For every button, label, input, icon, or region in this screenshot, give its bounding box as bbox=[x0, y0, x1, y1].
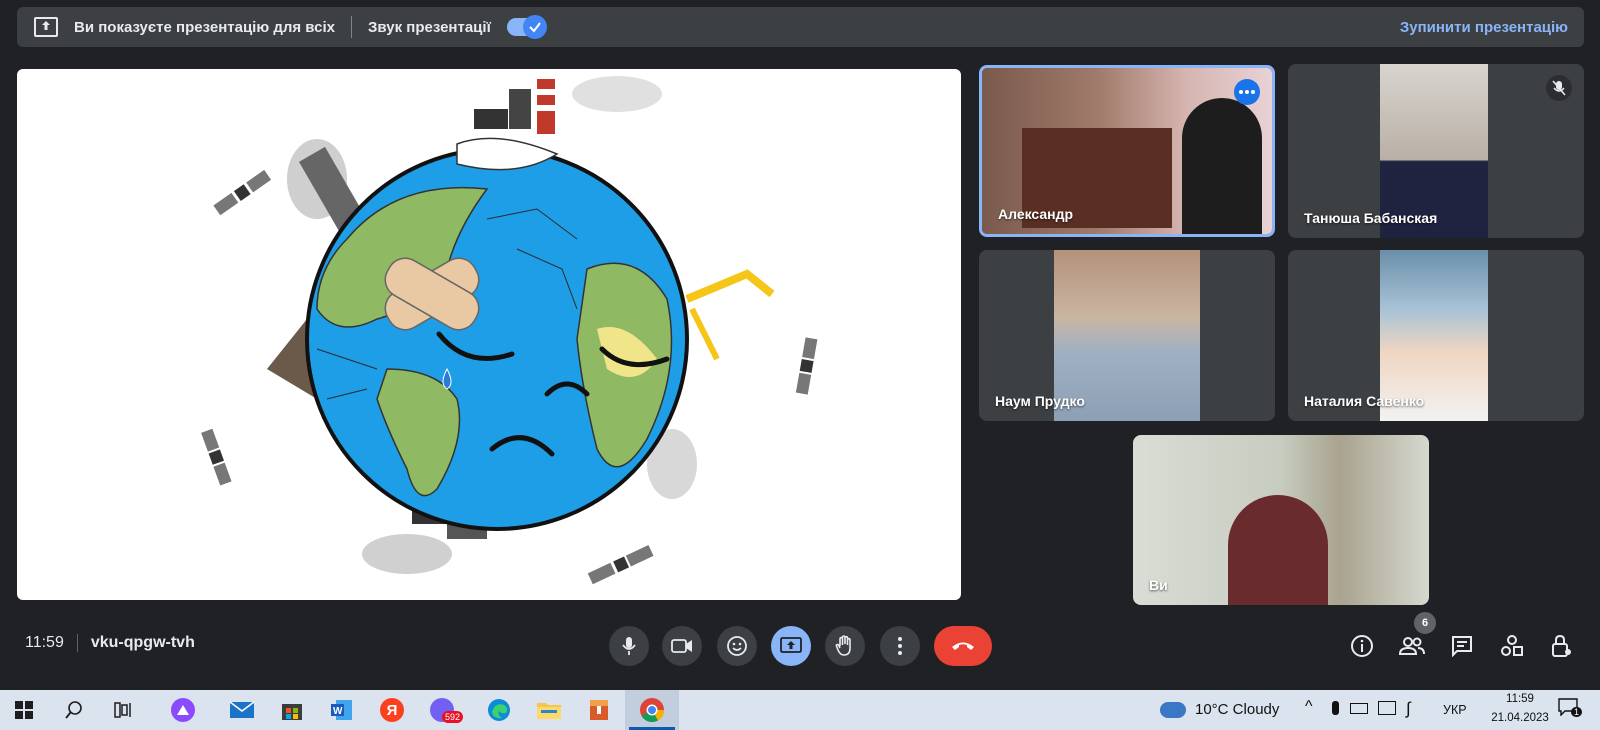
file-explorer-app[interactable] bbox=[525, 690, 573, 730]
meeting-info: 11:59 vku-qpgw-tvh bbox=[25, 634, 195, 652]
search-icon bbox=[65, 701, 82, 719]
participant-tile[interactable]: Наум Прудко bbox=[979, 250, 1275, 421]
start-button[interactable] bbox=[0, 690, 48, 730]
alice-icon bbox=[171, 698, 195, 722]
host-controls-button[interactable] bbox=[1548, 632, 1576, 660]
archive-app[interactable] bbox=[575, 690, 623, 730]
mic-icon bbox=[622, 637, 636, 655]
yandex-icon: Я bbox=[380, 698, 404, 722]
meeting-controls-bar: 11:59 vku-qpgw-tvh 6 bbox=[0, 612, 1600, 680]
participant-name: Ви bbox=[1149, 577, 1168, 593]
weather-icon bbox=[1160, 702, 1186, 718]
presentation-sound-toggle[interactable] bbox=[506, 15, 547, 39]
participant-name: Танюша Бабанская bbox=[1304, 210, 1438, 226]
word-icon: W bbox=[331, 700, 352, 720]
mail-app[interactable] bbox=[218, 690, 266, 730]
notifications-button[interactable]: 1 bbox=[1558, 698, 1583, 718]
word-app[interactable]: W bbox=[318, 690, 366, 730]
presenting-status-text: Ви показуєте презентацію для всіх bbox=[74, 18, 335, 36]
sad-earth-illustration bbox=[201, 76, 818, 585]
chat-button[interactable] bbox=[1448, 632, 1476, 660]
info-icon bbox=[1351, 635, 1373, 657]
weather-text[interactable]: 10°C Cloudy bbox=[1195, 701, 1279, 718]
edge-icon bbox=[488, 699, 510, 721]
input-language[interactable]: УКР bbox=[1443, 703, 1467, 717]
store-icon bbox=[282, 704, 302, 720]
chat-icon bbox=[1452, 636, 1472, 657]
shared-presentation bbox=[17, 69, 961, 600]
self-video bbox=[1133, 435, 1429, 605]
battery-icon[interactable] bbox=[1350, 703, 1368, 714]
chrome-app[interactable] bbox=[625, 690, 679, 730]
emoji-icon bbox=[727, 636, 747, 656]
present-now-icon bbox=[780, 637, 802, 653]
present-icon bbox=[34, 17, 58, 37]
archive-icon bbox=[590, 700, 608, 720]
people-icon bbox=[1399, 637, 1425, 655]
participant-tile[interactable]: Наталия Савенко bbox=[1288, 250, 1584, 421]
participant-tile[interactable]: Александр bbox=[979, 65, 1275, 237]
raise-hand-button[interactable] bbox=[825, 626, 865, 666]
divider bbox=[351, 16, 352, 38]
participant-name: Наталия Савенко bbox=[1304, 393, 1425, 409]
mic-off-icon bbox=[1546, 75, 1572, 101]
meeting-details-button[interactable] bbox=[1348, 632, 1376, 660]
mail-icon bbox=[229, 701, 255, 718]
edge-app[interactable] bbox=[475, 690, 523, 730]
camera-icon bbox=[671, 639, 692, 653]
chrome-icon bbox=[640, 698, 664, 723]
participant-tile[interactable]: Танюша Бабанская bbox=[1288, 64, 1584, 238]
lock-person-icon bbox=[1552, 634, 1571, 657]
notification-count: 1 bbox=[1571, 707, 1583, 717]
activities-button[interactable] bbox=[1498, 632, 1526, 660]
yandex-browser-app[interactable]: Я bbox=[368, 690, 416, 730]
task-view-button[interactable] bbox=[100, 690, 148, 730]
divider bbox=[76, 634, 78, 652]
search-button[interactable] bbox=[50, 690, 98, 730]
mic-button[interactable] bbox=[609, 626, 649, 666]
person bbox=[1182, 98, 1262, 234]
chevron-up-icon[interactable]: ^ bbox=[1305, 698, 1313, 716]
taskbar-time[interactable]: 11:59 bbox=[1490, 693, 1550, 705]
self-tile[interactable]: Ви bbox=[1133, 435, 1429, 605]
reactions-button[interactable] bbox=[717, 626, 757, 666]
windows-logo-icon bbox=[15, 701, 33, 719]
activities-icon bbox=[1501, 635, 1523, 656]
viber-app[interactable]: 592 bbox=[418, 690, 466, 730]
end-call-icon bbox=[952, 642, 974, 650]
more-options-button[interactable] bbox=[1234, 79, 1260, 105]
person bbox=[1228, 495, 1328, 605]
camera-button[interactable] bbox=[662, 626, 702, 666]
meeting-code[interactable]: vku-qpgw-tvh bbox=[91, 634, 195, 652]
present-now-button[interactable] bbox=[771, 626, 811, 666]
folder-icon bbox=[537, 703, 561, 719]
presentation-sound-label: Звук презентації bbox=[368, 18, 491, 36]
task-view-icon bbox=[114, 702, 131, 718]
more-options-button[interactable] bbox=[880, 626, 920, 666]
participant-name: Александр bbox=[998, 206, 1074, 222]
mic-tray-icon[interactable] bbox=[1332, 701, 1339, 715]
alice-app[interactable] bbox=[159, 690, 207, 730]
viber-unread-badge: 592 bbox=[442, 711, 464, 723]
presentation-banner: Ви показуєте презентацію для всіх Звук п… bbox=[17, 7, 1584, 47]
pen-icon[interactable]: ∫ bbox=[1406, 699, 1411, 719]
participant-name: Наум Прудко bbox=[995, 393, 1085, 409]
people-button[interactable] bbox=[1398, 632, 1426, 660]
leave-call-button[interactable] bbox=[934, 626, 992, 666]
people-count-badge: 6 bbox=[1414, 612, 1436, 634]
stop-presenting-button[interactable]: Зупинити презентацію bbox=[1400, 19, 1568, 36]
network-icon[interactable] bbox=[1378, 701, 1396, 715]
svg-text:W: W bbox=[333, 706, 343, 717]
windows-taskbar: W Я 592 10°C Cloudy ^ ∫ УКР 11:59 21.04.… bbox=[0, 690, 1600, 730]
taskbar-date[interactable]: 21.04.2023 bbox=[1478, 712, 1562, 724]
more-vert-icon bbox=[898, 637, 902, 655]
check-icon bbox=[522, 15, 547, 39]
raise-hand-icon bbox=[835, 635, 851, 656]
store-app[interactable] bbox=[268, 690, 316, 730]
meeting-time: 11:59 bbox=[25, 634, 64, 651]
